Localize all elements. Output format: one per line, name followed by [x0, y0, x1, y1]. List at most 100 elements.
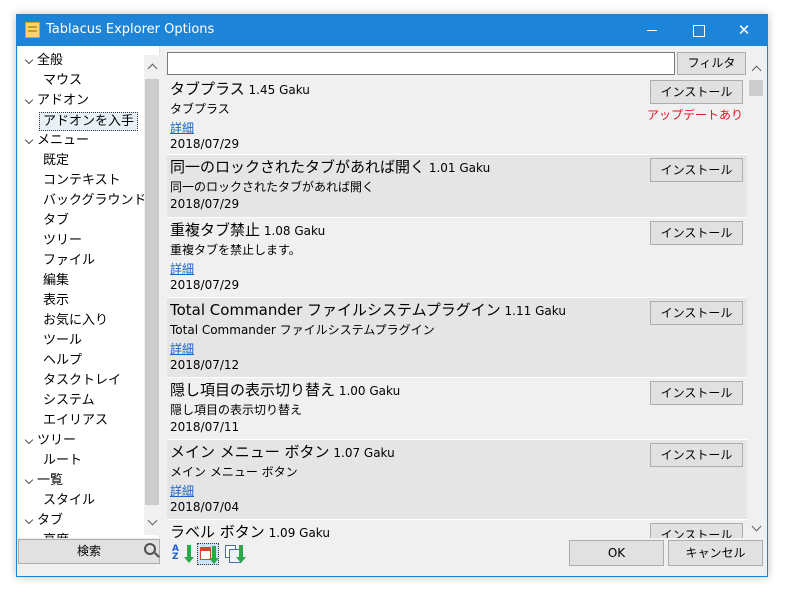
addon-version: 1.01 Gaku [428, 161, 491, 175]
tree-item[interactable]: アドオンを入手 [18, 111, 144, 131]
tree-item[interactable]: エイリアス [18, 411, 144, 431]
tree-item-label: システム [43, 393, 95, 408]
search-icon[interactable] [144, 543, 156, 555]
update-available-note: アップデートあり [647, 108, 744, 122]
sort-down-arrow-icon [184, 545, 194, 563]
addon-description: タブプラス [170, 102, 230, 116]
addon-item: Total Commander ファイルシステムプラグイン 1.11 Gaku T… [167, 298, 747, 378]
list-scrollbar[interactable] [748, 53, 765, 538]
tree-item[interactable]: タブ [18, 211, 144, 231]
addon-version: 1.08 Gaku [263, 224, 326, 238]
tree-item-label: ツリー [37, 433, 77, 448]
tree-item[interactable]: ツリー [18, 231, 144, 251]
tree-item[interactable]: コンテキスト [18, 171, 144, 191]
tree-item[interactable]: ファイル [18, 251, 144, 271]
tree-item[interactable]: システム [18, 391, 144, 411]
install-button[interactable]: インストール [650, 221, 743, 245]
sort-by-type-button[interactable] [223, 543, 246, 565]
install-button[interactable]: インストール [650, 80, 743, 104]
tree-item-label: 高度 [43, 531, 69, 538]
filter-button[interactable]: フィルタ [677, 52, 746, 75]
window-title: Tablacus Explorer Options [46, 22, 215, 37]
tree-item[interactable]: 表示 [18, 291, 144, 311]
addon-name: ラベル ボタン [170, 523, 265, 538]
minimize-button[interactable] [629, 15, 675, 46]
addon-item: タブプラス 1.45 Gaku タブプラス 詳細 2018/07/29 インストール アッ… [167, 77, 747, 155]
tree-item[interactable]: マウス [18, 71, 144, 91]
title-bar[interactable]: Tablacus Explorer Options ✕ [17, 15, 767, 46]
addon-description: Total Commander ファイルシステムプラグイン [170, 323, 435, 337]
tree-item[interactable]: ルート [18, 451, 144, 471]
install-button[interactable]: インストール [650, 443, 743, 467]
tree-item[interactable]: 全般 [18, 51, 144, 71]
filter-input[interactable] [167, 52, 675, 75]
addon-details-link[interactable]: 詳細 [170, 119, 194, 136]
expand-chevron-icon[interactable] [24, 51, 34, 71]
addon-details-link[interactable]: 詳細 [170, 260, 194, 277]
tree-item[interactable]: ツリー [18, 431, 144, 451]
addon-item: 重複タブ禁止 1.08 Gaku 重複タブを禁止します。 詳細 2018/07/29 イ… [167, 218, 747, 298]
tree-item[interactable]: メニュー [18, 131, 144, 151]
addon-version: 1.07 Gaku [333, 446, 395, 460]
expand-chevron-icon[interactable] [24, 131, 34, 151]
addon-version: 1.45 Gaku [248, 83, 310, 97]
install-button[interactable]: インストール [650, 158, 743, 182]
tree-item[interactable]: タスクトレイ [18, 371, 144, 391]
tree-item[interactable]: タブ [18, 511, 144, 531]
tree-item[interactable]: スタイル [18, 491, 144, 511]
list-scroll-up-icon[interactable] [748, 59, 764, 76]
tree-item-label: スタイル [43, 493, 96, 508]
addon-details-link[interactable]: 詳細 [170, 340, 194, 357]
sort-down-arrow-icon [236, 545, 246, 563]
tree-item-label: メニュー [37, 133, 90, 148]
tree-item[interactable]: ヘルプ [18, 351, 144, 371]
tree-item-label: 編集 [43, 273, 70, 288]
search-button[interactable]: 検索 [18, 539, 160, 564]
tree-item[interactable]: アドオン [18, 91, 144, 111]
tree-scroll-down-icon[interactable] [144, 513, 160, 530]
ok-button[interactable]: OK [569, 540, 664, 566]
list-scroll-thumb[interactable] [749, 80, 763, 96]
expand-chevron-icon[interactable] [24, 431, 34, 451]
tree-scrollbar[interactable] [144, 55, 160, 535]
addon-details-link[interactable]: 詳細 [170, 482, 194, 499]
install-button[interactable]: インストール [650, 523, 743, 538]
tree-item[interactable]: バックグラウンド [18, 191, 147, 211]
install-button[interactable]: インストール [650, 381, 743, 405]
cancel-button[interactable]: キャンセル [668, 540, 763, 566]
tree-item[interactable]: 高度 [18, 531, 144, 538]
tree-item-label: バックグラウンド [43, 193, 147, 208]
addon-date: 2018/07/04 [170, 500, 240, 514]
addon-title: タブプラス 1.45 Gaku [170, 78, 310, 99]
tree-item[interactable]: 既定 [18, 151, 144, 171]
maximize-button[interactable] [675, 15, 721, 46]
install-button[interactable]: インストール [650, 301, 743, 325]
addon-title: ラベル ボタン 1.09 Gaku [170, 521, 330, 538]
close-button[interactable]: ✕ [721, 15, 767, 46]
addon-item: 隠し項目の表示切り替え 1.00 Gaku 隠し項目の表示切り替え 2018/07/… [167, 378, 747, 440]
addon-description: 同一のロックされたタブがあれば開く [170, 180, 375, 194]
addon-date: 2018/07/12 [170, 358, 240, 372]
tree-scroll-up-icon[interactable] [144, 57, 160, 74]
addon-list: タブプラス 1.45 Gaku タブプラス 詳細 2018/07/29 インストール アッ… [167, 77, 747, 538]
tree-item-label: マウス [43, 73, 83, 88]
sort-down-arrow-icon [209, 546, 219, 564]
tree-item[interactable]: お気に入り [18, 311, 144, 331]
tree-item[interactable]: 一覧 [18, 471, 144, 491]
list-scroll-down-icon[interactable] [748, 519, 764, 536]
sort-by-date-button[interactable] [197, 543, 219, 565]
tree-item-label: ファイル [43, 253, 96, 268]
tree-scroll-thumb[interactable] [145, 79, 159, 505]
addon-name: メイン メニュー ボタン [170, 443, 330, 461]
expand-chevron-icon[interactable] [24, 91, 34, 111]
addon-description: 重複タブを禁止します。 [170, 243, 301, 257]
tree-item[interactable]: ツール [18, 331, 144, 351]
sort-by-name-button[interactable]: A Z [171, 543, 194, 565]
expand-chevron-icon[interactable] [24, 471, 34, 491]
tree-item[interactable]: 編集 [18, 271, 144, 291]
addon-item: メイン メニュー ボタン 1.07 Gaku メイン メニュー ボタン 詳細 2018… [167, 440, 747, 520]
addon-version: 1.00 Gaku [338, 384, 401, 398]
tree-item-label: 表示 [43, 293, 70, 308]
tree-item-label: ヘルプ [43, 353, 83, 368]
expand-chevron-icon[interactable] [24, 511, 34, 531]
